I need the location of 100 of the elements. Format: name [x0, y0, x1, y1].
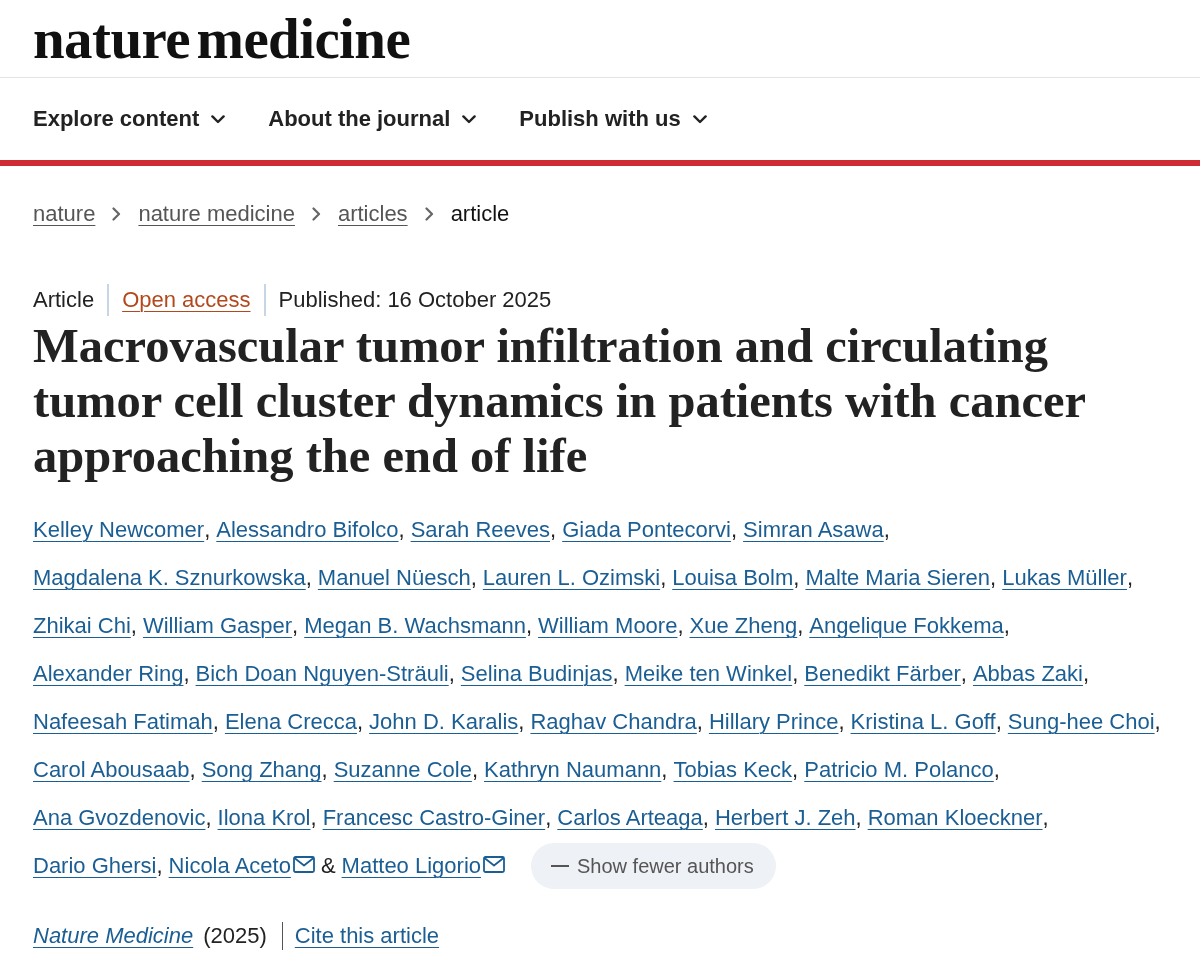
author-link[interactable]: Carlos Arteaga	[557, 803, 703, 833]
author-separator: ,	[1003, 612, 1010, 640]
breadcrumb-link[interactable]: articles	[337, 199, 408, 229]
author-link[interactable]: Nicola Aceto	[168, 851, 291, 881]
chevron-right-icon	[112, 207, 122, 221]
cite-article-link[interactable]: Cite this article	[294, 921, 440, 951]
author-link[interactable]: William Gasper	[142, 611, 293, 641]
author-separator: ,	[883, 516, 890, 544]
journal-logo[interactable]: nature medicine	[33, 10, 411, 67]
author-separator: ,	[1083, 660, 1090, 688]
author-link[interactable]: Simran Asawa	[743, 515, 884, 545]
author-separator: ,	[792, 756, 799, 784]
mail-icon[interactable]	[292, 855, 315, 873]
author-link[interactable]: Selina Budinjas	[460, 659, 613, 689]
author-link[interactable]: Elena Crecca	[224, 707, 357, 737]
show-fewer-authors-button[interactable]: Show fewer authors	[531, 843, 776, 889]
author-link[interactable]: Francesc Castro-Giner	[322, 803, 546, 833]
author-link[interactable]: Abbas Zaki	[972, 659, 1083, 689]
author-separator: ,	[448, 660, 455, 688]
author-link[interactable]: Magdalena K. Sznurkowska	[33, 563, 306, 593]
author-separator: ,	[960, 660, 967, 688]
author-separator: ,	[525, 612, 533, 640]
author-link[interactable]: Suzanne Cole	[333, 755, 472, 785]
nav-menu-button[interactable]: About the journal	[268, 104, 477, 134]
author-link[interactable]: Alessandro Bifolco	[216, 515, 399, 545]
author-separator: ,	[321, 756, 328, 784]
author-link[interactable]: Zhikai Chi	[33, 611, 131, 641]
author-link[interactable]: Manuel Nüesch	[317, 563, 471, 593]
breadcrumb-link[interactable]: nature	[33, 199, 96, 229]
author-separator: ,	[838, 708, 845, 736]
author-separator: ,	[310, 804, 317, 832]
author-link[interactable]: Xue Zheng	[689, 611, 798, 641]
author-link[interactable]: Benedikt Färber	[804, 659, 961, 689]
publication-date: Published: 16 October 2025	[278, 286, 552, 314]
author-link[interactable]: Sarah Reeves	[410, 515, 551, 545]
author-link[interactable]: Matteo Ligorio	[341, 851, 481, 881]
author-separator: ,	[518, 708, 525, 736]
breadcrumb-current: article	[450, 200, 510, 228]
author-separator: ,	[470, 564, 477, 592]
author-link[interactable]: Patricio M. Polanco	[804, 755, 994, 785]
author-separator: ,	[696, 708, 703, 736]
author-link[interactable]: Tobias Keck	[673, 755, 793, 785]
author-link[interactable]: Kelley Newcomer	[33, 515, 205, 545]
author-separator: ,	[204, 516, 211, 544]
author-link[interactable]: Roman Kloeckner	[867, 803, 1043, 833]
author-separator: &	[320, 852, 336, 880]
author-separator: ,	[292, 612, 299, 640]
chevron-right-icon	[311, 207, 321, 221]
author-separator: ,	[797, 612, 804, 640]
author-link[interactable]: Hillary Prince	[708, 707, 839, 737]
author-separator: ,	[1154, 708, 1161, 736]
author-separator: ,	[130, 612, 137, 640]
author-separator: ,	[677, 612, 684, 640]
author-link[interactable]: Malte Maria Sieren	[805, 563, 991, 593]
author-link[interactable]: Dario Ghersi	[33, 851, 157, 881]
author-link[interactable]: Bich Doan Nguyen-Sträuli	[195, 659, 449, 689]
chevron-down-icon	[211, 114, 226, 124]
chevron-right-icon	[424, 207, 434, 221]
author-link[interactable]: John D. Karalis	[369, 707, 519, 737]
author-link[interactable]: Raghav Chandra	[530, 707, 697, 737]
author-link[interactable]: Herbert J. Zeh	[714, 803, 856, 833]
author-link[interactable]: Megan B. Wachsmann	[304, 611, 526, 641]
author-link[interactable]: Ana Gvozdenovic	[33, 803, 206, 833]
author-link[interactable]: Meike ten Winkel	[624, 659, 793, 689]
author-separator: ,	[612, 660, 619, 688]
author-link[interactable]: Lukas Müller	[1002, 563, 1127, 593]
author-link[interactable]: Kristina L. Goff	[850, 707, 996, 737]
author-link[interactable]: Alexander Ring	[33, 659, 184, 689]
author-link[interactable]: Carol Abousaab	[33, 755, 190, 785]
breadcrumb-link[interactable]: nature medicine	[138, 199, 295, 229]
author-link[interactable]: Ilona Krol	[217, 803, 311, 833]
author-separator: ,	[661, 756, 668, 784]
mail-icon[interactable]	[483, 855, 505, 873]
author-separator: ,	[550, 516, 557, 544]
nav-menu-button[interactable]: Publish with us	[519, 104, 707, 134]
author-separator: ,	[212, 708, 219, 736]
author-link[interactable]: Lauren L. Ozimski	[482, 563, 661, 593]
publication-year: (2025)	[203, 922, 267, 950]
author-separator: ,	[990, 564, 997, 592]
author-link[interactable]: Giada Pontecorvi	[562, 515, 731, 545]
chevron-down-icon	[462, 114, 477, 124]
author-link[interactable]: Song Zhang	[201, 755, 322, 785]
author-separator: ,	[793, 564, 800, 592]
author-link[interactable]: Angelique Fokkema	[809, 611, 1004, 641]
nav-menu-button[interactable]: Explore content	[33, 104, 226, 134]
chevron-down-icon	[692, 114, 707, 124]
author-link[interactable]: Kathryn Naumann	[484, 755, 662, 785]
author-link[interactable]: Louisa Bolm	[672, 563, 794, 593]
author-separator: ,	[702, 804, 709, 832]
minus-icon	[551, 865, 569, 867]
author-separator: ,	[855, 804, 862, 832]
author-link[interactable]: Sung-hee Choi	[1007, 707, 1155, 737]
journal-link[interactable]: Nature Medicine	[33, 921, 194, 951]
article-title: Macrovascular tumor infiltration and circulating tumor cell cluster dynamics in patients with cancer approaching the end of life	[33, 318, 1087, 483]
open-access-link[interactable]: Open access	[122, 285, 251, 315]
author-link[interactable]: William Moore	[538, 611, 678, 641]
article-type: Article	[33, 286, 95, 314]
author-link[interactable]: Nafeesah Fatimah	[33, 707, 213, 737]
author-separator: ,	[183, 660, 190, 688]
author-separator: ,	[792, 660, 799, 688]
